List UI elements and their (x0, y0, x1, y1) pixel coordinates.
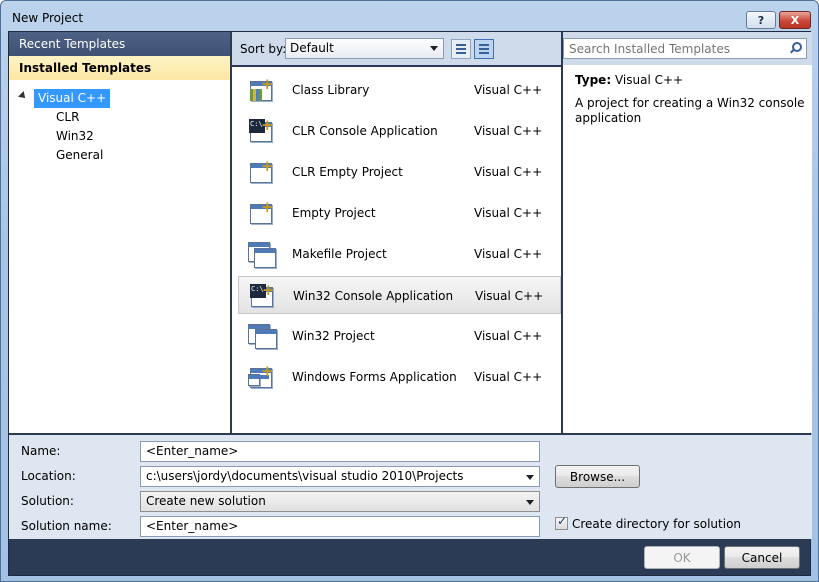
sort-label: Sort by: (240, 42, 287, 56)
solution-value: Create new solution (146, 494, 266, 508)
help-button[interactable]: ? (746, 11, 776, 29)
browse-button[interactable]: Browse... (555, 465, 640, 488)
console-app-icon: C:\ + (249, 281, 279, 309)
window-title: New Project (12, 11, 84, 25)
template-categories-panel: Recent Templates Installed Templates Vis… (9, 32, 230, 433)
recent-templates-tab[interactable]: Recent Templates (9, 32, 230, 56)
template-name: Makefile Project (292, 247, 387, 261)
sort-toolbar: Sort by: Default (232, 32, 561, 65)
template-name: Windows Forms Application (292, 370, 457, 384)
chevron-down-icon (430, 46, 438, 51)
tree-item-visual-cpp[interactable]: Visual C++ (34, 89, 111, 108)
name-field[interactable]: <Enter_name> (140, 441, 540, 462)
type-value: Visual C++ (614, 73, 684, 87)
template-name: Class Library (292, 83, 370, 97)
template-language: Visual C++ (474, 247, 543, 261)
template-language: Visual C++ (474, 124, 543, 138)
template-item-makefile[interactable]: Makefile Project Visual C++ (238, 235, 561, 273)
template-language: Visual C++ (474, 165, 543, 179)
template-item-empty-project[interactable]: + Empty Project Visual C++ (238, 194, 561, 232)
medium-icons-icon (479, 44, 489, 54)
checkmark-icon: ✓ (557, 514, 568, 528)
template-name: Win32 Console Application (293, 289, 454, 303)
small-icons-view-button[interactable] (451, 39, 471, 59)
template-language: Visual C++ (474, 329, 543, 343)
new-project-dialog: New Project ? X Recent Templates Install… (0, 0, 819, 582)
project-form: Name: <Enter_name> Location: c:\users\jo… (9, 435, 812, 539)
chevron-down-icon[interactable] (526, 475, 534, 480)
template-name: Win32 Project (292, 329, 375, 343)
location-value: c:\users\jordy\documents\visual studio 2… (146, 469, 464, 483)
title-bar: New Project ? X (1, 1, 818, 31)
cancel-button[interactable]: Cancel (724, 546, 800, 569)
template-type: Type: Visual C++ (575, 73, 683, 87)
type-label: Type: (575, 73, 612, 87)
medium-icons-view-button[interactable] (474, 39, 494, 59)
dialog-client: Recent Templates Installed Templates Vis… (8, 31, 812, 576)
small-icons-icon (456, 44, 466, 54)
template-name: CLR Empty Project (292, 165, 403, 179)
template-description: A project for creating a Win32 console a… (575, 96, 805, 125)
search-icon[interactable] (789, 42, 802, 53)
forms-app-icon: + (248, 362, 278, 390)
template-item-class-library[interactable]: + Class Library Visual C++ (238, 71, 561, 109)
help-icon: ? (757, 13, 765, 27)
template-list: + Class Library Visual C++ C:\ + CLR Cons… (232, 67, 561, 433)
template-language: Visual C++ (474, 370, 543, 384)
tree-expand-arrow-icon[interactable] (18, 91, 28, 101)
solution-dropdown[interactable]: Create new solution (140, 491, 540, 512)
solution-name-label: Solution name: (21, 519, 112, 533)
template-item-win32-project[interactable]: Win32 Project Visual C++ (238, 317, 561, 355)
tree-item-general[interactable]: General (56, 146, 103, 165)
close-icon: X (790, 13, 800, 27)
window-app-icon (248, 321, 278, 349)
search-input[interactable] (563, 38, 807, 59)
location-label: Location: (21, 469, 76, 483)
template-info-panel: Type: Visual C++ A project for creating … (563, 32, 812, 433)
template-language: Visual C++ (474, 206, 543, 220)
solution-label: Solution: (21, 494, 74, 508)
chevron-down-icon (526, 500, 534, 505)
template-item-win32-console[interactable]: C:\ + Win32 Console Application Visual C+… (238, 276, 561, 314)
solution-name-field[interactable]: <Enter_name> (140, 516, 540, 537)
makefile-icon (248, 239, 278, 268)
ok-button[interactable]: OK (644, 546, 720, 569)
name-label: Name: (21, 444, 61, 458)
tree-item-win32[interactable]: Win32 (56, 127, 94, 146)
empty-project-icon: + (248, 198, 278, 226)
create-directory-label[interactable]: Create directory for solution (572, 517, 741, 531)
sort-value: Default (290, 41, 334, 55)
tree-item-clr[interactable]: CLR (56, 108, 79, 127)
empty-project-icon: + (248, 157, 278, 185)
installed-templates-tab[interactable]: Installed Templates (9, 56, 230, 80)
template-item-clr-console[interactable]: C:\ + CLR Console Application Visual C++ (238, 112, 561, 150)
class-library-icon: + (248, 75, 278, 103)
location-field[interactable]: c:\users\jordy\documents\visual studio 2… (140, 466, 540, 487)
sort-dropdown[interactable]: Default (285, 38, 444, 59)
close-button[interactable]: X (779, 11, 811, 29)
search-bar (563, 32, 812, 65)
console-app-icon: C:\ + (248, 116, 278, 144)
template-language: Visual C++ (474, 83, 543, 97)
template-item-clr-empty[interactable]: + CLR Empty Project Visual C++ (238, 153, 561, 191)
template-name: Empty Project (292, 206, 376, 220)
create-directory-checkbox[interactable]: ✓ (555, 514, 568, 530)
template-language: Visual C++ (475, 289, 544, 303)
template-item-windows-forms[interactable]: + Windows Forms Application Visual C++ (238, 358, 561, 396)
template-name: CLR Console Application (292, 124, 438, 138)
